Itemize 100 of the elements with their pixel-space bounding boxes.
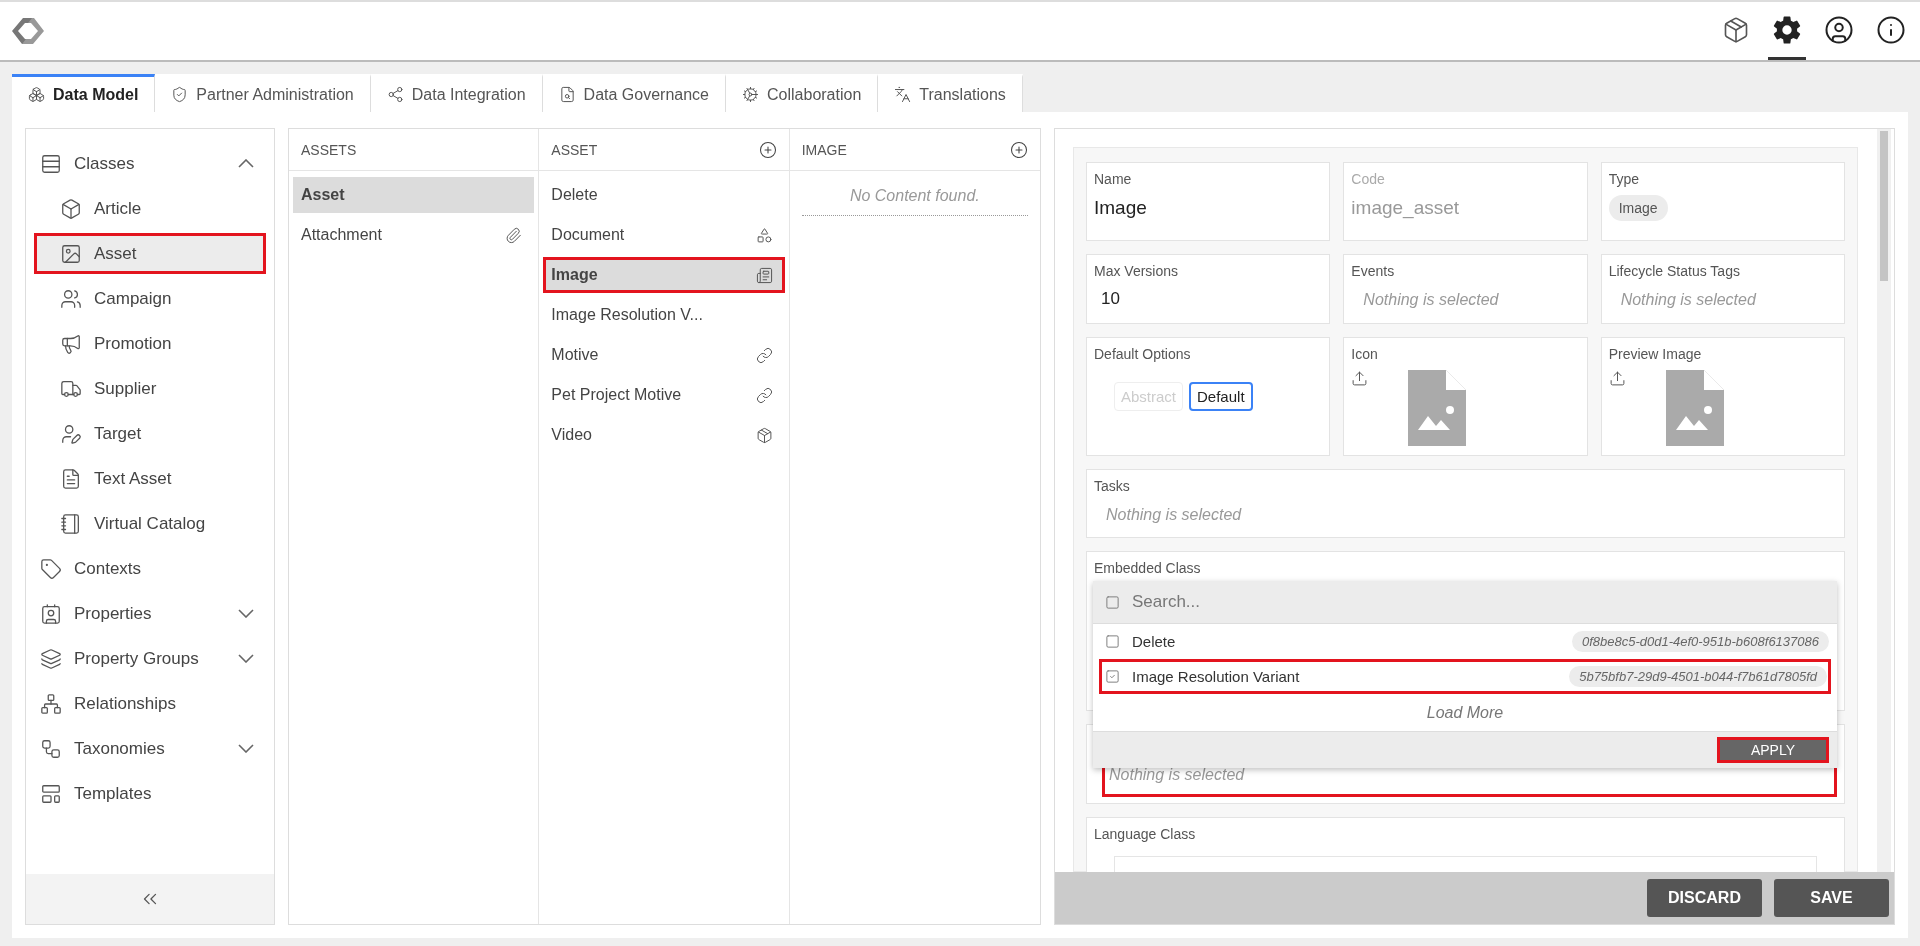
list-item[interactable]: Asset <box>293 177 535 213</box>
tab[interactable]: Collaboration <box>726 74 879 112</box>
checkbox-checked-icon[interactable] <box>1105 669 1120 684</box>
search-field[interactable]: Search... <box>1093 581 1837 624</box>
scrollbar[interactable] <box>1877 129 1891 872</box>
max-versions-field[interactable]: Max Versions 10 <box>1086 254 1331 324</box>
tab[interactable]: Data Governance <box>542 74 726 112</box>
save-button[interactable]: SAVE <box>1774 879 1889 917</box>
file-search-icon <box>558 86 576 103</box>
field-label: Lifecycle Status Tags <box>1608 263 1741 279</box>
image-file-icon <box>1665 370 1724 446</box>
checkbox-icon[interactable] <box>1105 594 1120 610</box>
package-icon <box>755 426 773 444</box>
id-tag: 5b75bfb7-29d9-4501-b044-f7b61d7805fd <box>1569 666 1827 687</box>
option-toggle[interactable]: Default <box>1189 382 1253 411</box>
chevron-up-icon[interactable] <box>238 159 254 168</box>
add-icon[interactable] <box>1010 140 1028 159</box>
empty-value: Nothing is selected <box>1620 291 1758 309</box>
add-icon[interactable] <box>758 140 777 159</box>
notebook-icon <box>60 512 82 535</box>
field-label: Preview Image <box>1608 346 1703 362</box>
select-field[interactable]: Lifecycle Status Tags Nothing is selected <box>1600 254 1845 324</box>
card-icon <box>40 602 62 625</box>
empty-message: No Content found. <box>801 181 1028 216</box>
field-value: 10 <box>1101 289 1121 309</box>
user-pen-icon <box>60 422 82 445</box>
tag-icon <box>40 557 62 580</box>
sidebar-item[interactable]: Asset <box>34 233 266 274</box>
gears-icon <box>742 86 759 103</box>
people-icon <box>60 287 82 310</box>
upload-icon[interactable] <box>1608 370 1626 387</box>
name-field[interactable]: Name Image <box>1086 162 1331 241</box>
tab[interactable]: Partner Administration <box>155 74 371 112</box>
field-label: Code <box>1351 171 1386 187</box>
upload-icon[interactable] <box>1351 370 1369 387</box>
list-item[interactable]: Attachment <box>293 217 535 253</box>
user-icon <box>1824 14 1854 45</box>
list-item[interactable]: Image <box>543 257 785 293</box>
chevron-down-icon[interactable] <box>238 654 254 663</box>
info-icon <box>1876 14 1906 45</box>
apply-button[interactable]: APPLY <box>1717 737 1829 763</box>
list-item[interactable]: Image Resolution V... <box>543 297 785 333</box>
sidebar-item[interactable]: Classes <box>34 143 266 184</box>
tab[interactable]: Translations <box>878 74 1023 112</box>
column-title: ASSET <box>551 141 598 158</box>
field-label: Icon <box>1351 346 1379 362</box>
document-icon <box>60 467 82 490</box>
image-file-icon <box>1408 370 1467 446</box>
select-field[interactable]: Tasks Nothing is selected <box>1086 469 1845 538</box>
field-value: image_asset <box>1351 197 1461 219</box>
shield-icon <box>171 86 189 103</box>
shapes-icon <box>755 226 773 244</box>
empty-value: Nothing is selected <box>1106 506 1243 524</box>
field-value: Image <box>1094 197 1148 219</box>
tab[interactable]: Data Integration <box>370 74 543 112</box>
list-item[interactable]: Document <box>543 217 785 253</box>
type-tag: Image <box>1608 195 1668 221</box>
chevron-down-icon[interactable] <box>238 609 254 618</box>
sidebar-item[interactable]: Text Asset <box>34 458 266 499</box>
sidebar-item[interactable]: Taxonomies <box>34 728 266 769</box>
sidebar-item[interactable]: Contexts <box>34 548 266 589</box>
network-icon <box>40 692 62 715</box>
dropdown-option[interactable]: Image Resolution Variant 5b75bfb7-29d9-4501-b044-f7b61d7805fd <box>1099 659 1831 694</box>
load-more-link[interactable]: Load More <box>1093 694 1837 731</box>
translate-icon <box>894 86 912 103</box>
column-title: IMAGE <box>801 141 847 158</box>
checkbox-icon[interactable] <box>1105 634 1120 649</box>
select-field[interactable]: Language Class <box>1086 817 1845 872</box>
newspaper-icon <box>755 266 773 284</box>
column-title: ASSETS <box>301 141 357 158</box>
field-label: Embedded Class <box>1094 560 1202 576</box>
select-field[interactable]: Events Nothing is selected <box>1343 254 1588 324</box>
sidebar-item[interactable]: Templates <box>34 773 266 814</box>
link-icon <box>755 346 773 364</box>
sidebar-item[interactable]: Property Groups <box>34 638 266 679</box>
field-label: Type <box>1608 171 1640 187</box>
image-icon <box>60 242 82 265</box>
template-icon <box>40 782 62 805</box>
dropdown-option[interactable]: Delete 0f8be8c5-d0d1-4ef0-951b-b608f6137086 <box>1093 624 1837 659</box>
sidebar-item[interactable]: Article <box>34 188 266 229</box>
tab[interactable]: Data Model <box>12 74 156 112</box>
boxes-icon <box>28 86 45 103</box>
sidebar-item[interactable]: Campaign <box>34 278 266 319</box>
sidebar-item[interactable]: Promotion <box>34 323 266 364</box>
chevron-down-icon[interactable] <box>238 744 254 753</box>
empty-value: Nothing is selected <box>1363 291 1500 309</box>
list-item[interactable]: Delete <box>543 177 785 213</box>
sidebar-item[interactable]: Virtual Catalog <box>34 503 266 544</box>
sidebar-item[interactable]: Target <box>34 413 266 454</box>
sidebar-item[interactable]: Properties <box>34 593 266 634</box>
sidebar-item[interactable]: Supplier <box>34 368 266 409</box>
list-item[interactable]: Video <box>543 417 785 453</box>
settings-icon <box>1772 14 1802 45</box>
list-item[interactable]: Motive <box>543 337 785 373</box>
sidebar-item[interactable]: Relationships <box>34 683 266 724</box>
field-label: Default Options <box>1094 346 1192 362</box>
list-icon <box>40 152 62 175</box>
list-item[interactable]: Pet Project Motive <box>543 377 785 413</box>
discard-button[interactable]: DISCARD <box>1647 879 1762 917</box>
box-icon <box>60 197 82 220</box>
